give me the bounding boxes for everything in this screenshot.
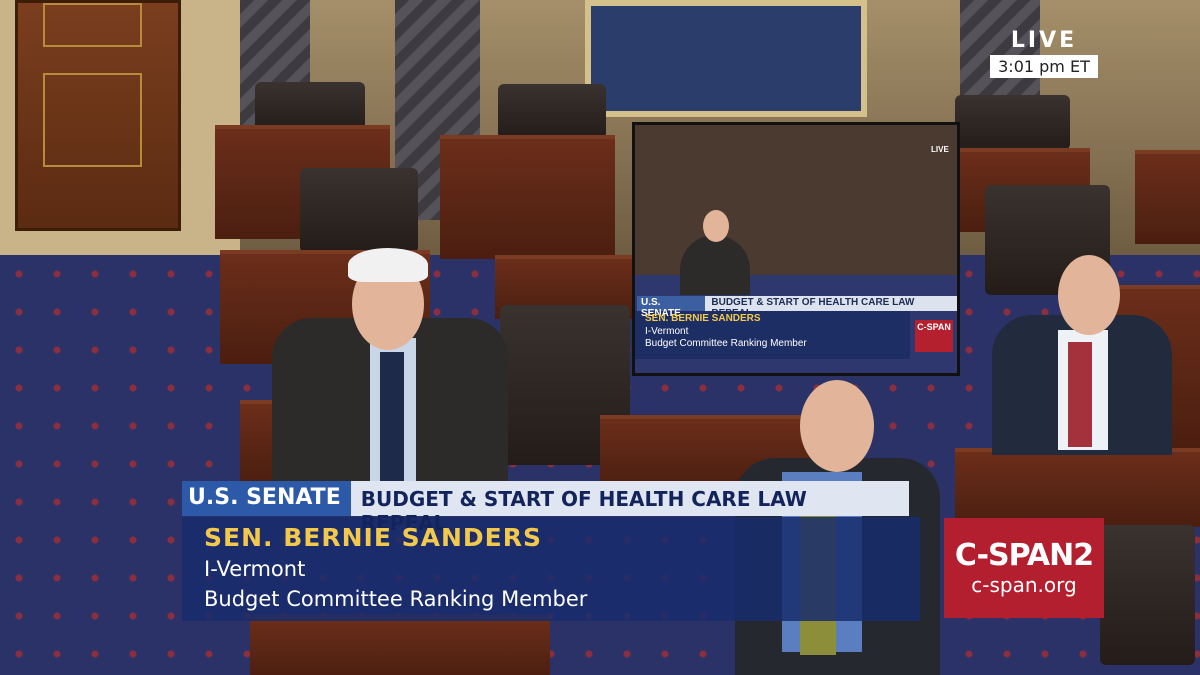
senate-chair [300,168,418,253]
senate-chair [955,95,1070,150]
live-indicator: LIVE 3:01 pm ET [990,28,1098,78]
senate-chair [1100,525,1195,665]
chamber-door [15,0,181,231]
tie [380,352,404,484]
lower-third-chyron: U.S. SENATE BUDGET & START OF HEALTH CAR… [182,481,920,621]
monitor-title: Budget Committee Ranking Member [645,338,807,349]
senate-desk [440,135,615,259]
monitor-party: I-Vermont [645,326,689,337]
floor-monitor: U.S. SENATE BUDGET & START OF HEALTH CAR… [632,122,960,376]
monitor-logo: C-SPAN [915,320,953,352]
speaker-name: SEN. BERNIE SANDERS [204,523,542,552]
door-panel-top [43,3,142,47]
speaker-party: I-Vermont [204,557,306,581]
chamber-label: U.S. SENATE [182,481,351,516]
live-time: 3:01 pm ET [990,55,1098,78]
head [800,380,874,472]
senate-desk [1135,150,1200,244]
door-panel [43,73,142,167]
monitor-senator-suit [680,235,750,295]
senate-desk [955,448,1200,527]
monitor-name: SEN. BERNIE SANDERS [645,313,761,324]
logo-name: C-SPAN2 [954,538,1094,573]
senate-desk [250,615,550,675]
tie [1068,342,1092,447]
chyron-top-bar: U.S. SENATE BUDGET & START OF HEALTH CAR… [182,481,909,535]
logo-url: c-span.org [971,573,1077,597]
senate-chair [498,84,606,139]
monitor-chyron: SEN. BERNIE SANDERS I-Vermont Budget Com… [635,295,957,373]
wall-panel [585,0,867,117]
headline: BUDGET & START OF HEALTH CARE LAW REPEAL [350,481,909,535]
live-label: LIVE [1010,28,1078,53]
head [1058,255,1120,335]
monitor-live: LIVE [931,145,949,154]
hair [348,248,428,282]
monitor-senator-head [703,210,729,242]
cspan2-logo: C-SPAN2 c-span.org [944,518,1104,618]
speaker-title: Budget Committee Ranking Member [204,587,588,611]
